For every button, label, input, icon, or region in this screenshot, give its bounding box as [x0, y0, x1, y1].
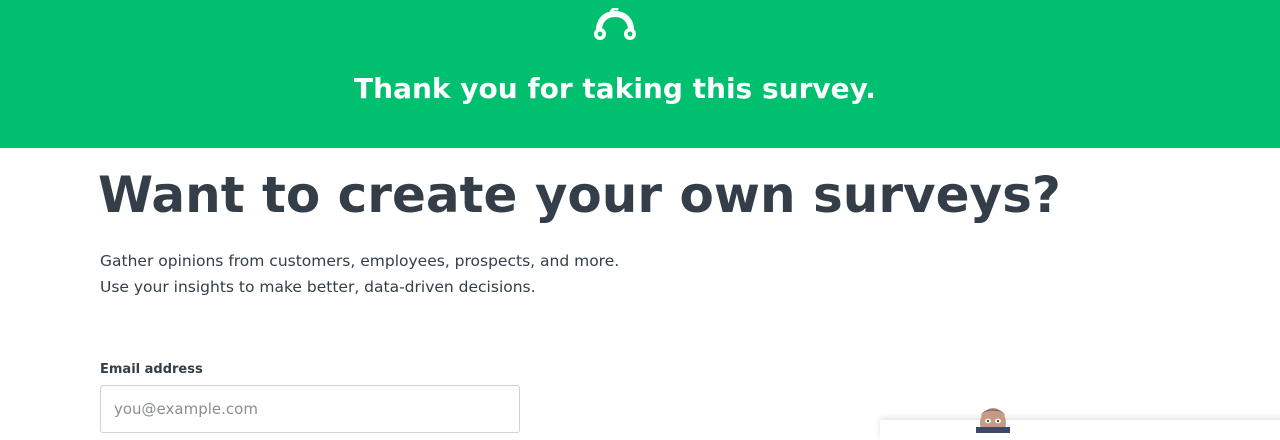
promo-headline: Want to create your own surveys?	[98, 166, 1061, 224]
promo-description-line-1: Gather opinions from customers, employee…	[100, 252, 620, 270]
surveymonkey-logo-icon	[594, 8, 636, 40]
person-photo-icon	[976, 408, 1010, 433]
preview-card	[880, 420, 1280, 440]
promo-description-line-2: Use your insights to make better, data-d…	[100, 278, 536, 296]
survey-complete-header: Thank you for taking this survey.	[0, 0, 1280, 148]
email-field[interactable]	[100, 385, 520, 433]
thank-you-message: Thank you for taking this survey.	[354, 72, 876, 105]
email-label: Email address	[100, 362, 203, 377]
